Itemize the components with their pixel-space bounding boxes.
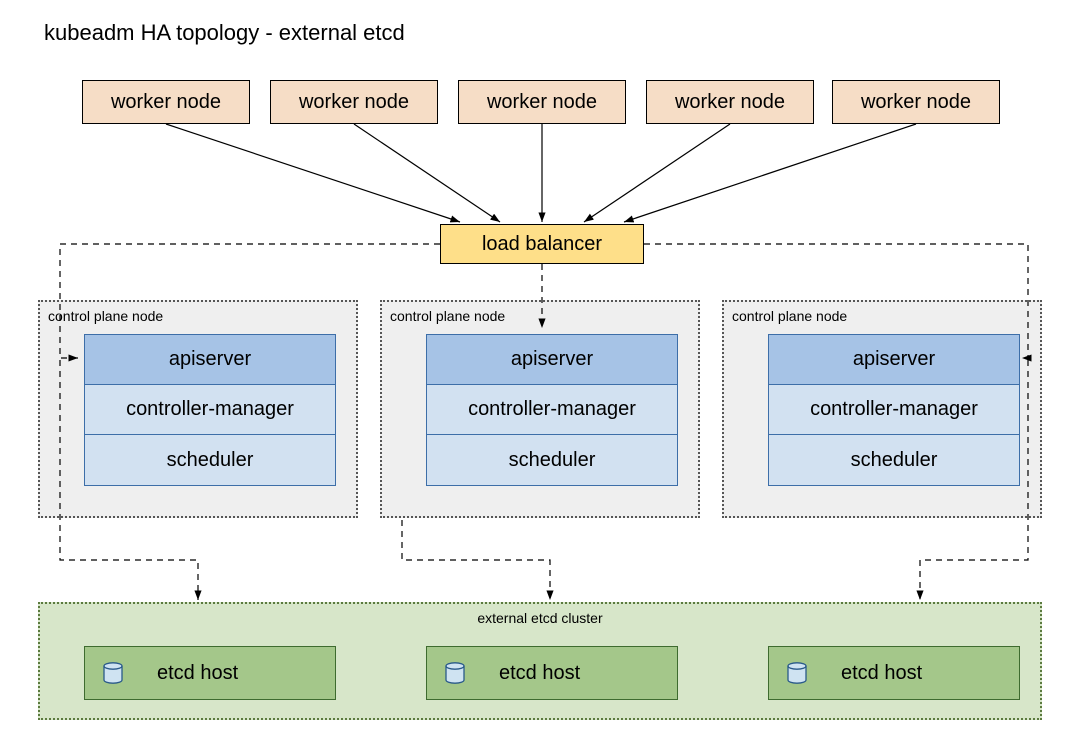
worker-node-label: worker node <box>299 91 409 114</box>
control-plane-stack: apiserver controller-manager scheduler <box>768 334 1020 486</box>
load-balancer: load balancer <box>440 224 644 264</box>
controller-manager-box: controller-manager <box>769 385 1019 435</box>
controller-manager-label: controller-manager <box>810 398 978 421</box>
worker-node-label: worker node <box>675 91 785 114</box>
apiserver-box: apiserver <box>427 335 677 385</box>
etcd-host-label: etcd host <box>841 662 922 685</box>
database-icon <box>787 662 807 684</box>
apiserver-box: apiserver <box>769 335 1019 385</box>
worker-node-label: worker node <box>861 91 971 114</box>
worker-node-label: worker node <box>487 91 597 114</box>
control-plane-node-3: control plane node apiserver controller-… <box>722 300 1042 518</box>
diagram-canvas: kubeadm HA topology - external etcd work… <box>0 0 1080 737</box>
control-plane-label: control plane node <box>390 308 505 324</box>
scheduler-box: scheduler <box>85 435 335 485</box>
worker-node-4: worker node <box>646 80 814 124</box>
worker-node-2: worker node <box>270 80 438 124</box>
database-icon <box>445 662 465 684</box>
worker-node-3: worker node <box>458 80 626 124</box>
diagram-title: kubeadm HA topology - external etcd <box>44 20 405 46</box>
apiserver-label: apiserver <box>511 348 593 371</box>
etcd-host-2: etcd host <box>426 646 678 700</box>
controller-manager-label: controller-manager <box>126 398 294 421</box>
apiserver-box: apiserver <box>85 335 335 385</box>
etcd-host-label: etcd host <box>499 662 580 685</box>
control-plane-node-2: control plane node apiserver controller-… <box>380 300 700 518</box>
scheduler-label: scheduler <box>509 449 596 472</box>
etcd-cluster-label: external etcd cluster <box>40 610 1040 626</box>
scheduler-label: scheduler <box>851 449 938 472</box>
controller-manager-label: controller-manager <box>468 398 636 421</box>
apiserver-label: apiserver <box>169 348 251 371</box>
control-plane-node-1: control plane node apiserver controller-… <box>38 300 358 518</box>
control-plane-stack: apiserver controller-manager scheduler <box>426 334 678 486</box>
scheduler-box: scheduler <box>769 435 1019 485</box>
control-plane-label: control plane node <box>732 308 847 324</box>
scheduler-box: scheduler <box>427 435 677 485</box>
control-plane-stack: apiserver controller-manager scheduler <box>84 334 336 486</box>
etcd-host-1: etcd host <box>84 646 336 700</box>
control-plane-label: control plane node <box>48 308 163 324</box>
apiserver-label: apiserver <box>853 348 935 371</box>
load-balancer-label: load balancer <box>482 233 602 256</box>
database-icon <box>103 662 123 684</box>
worker-node-1: worker node <box>82 80 250 124</box>
etcd-host-label: etcd host <box>157 662 238 685</box>
scheduler-label: scheduler <box>167 449 254 472</box>
etcd-cluster: external etcd cluster etcd host etcd hos… <box>38 602 1042 720</box>
worker-node-5: worker node <box>832 80 1000 124</box>
etcd-host-3: etcd host <box>768 646 1020 700</box>
controller-manager-box: controller-manager <box>427 385 677 435</box>
controller-manager-box: controller-manager <box>85 385 335 435</box>
worker-node-label: worker node <box>111 91 221 114</box>
